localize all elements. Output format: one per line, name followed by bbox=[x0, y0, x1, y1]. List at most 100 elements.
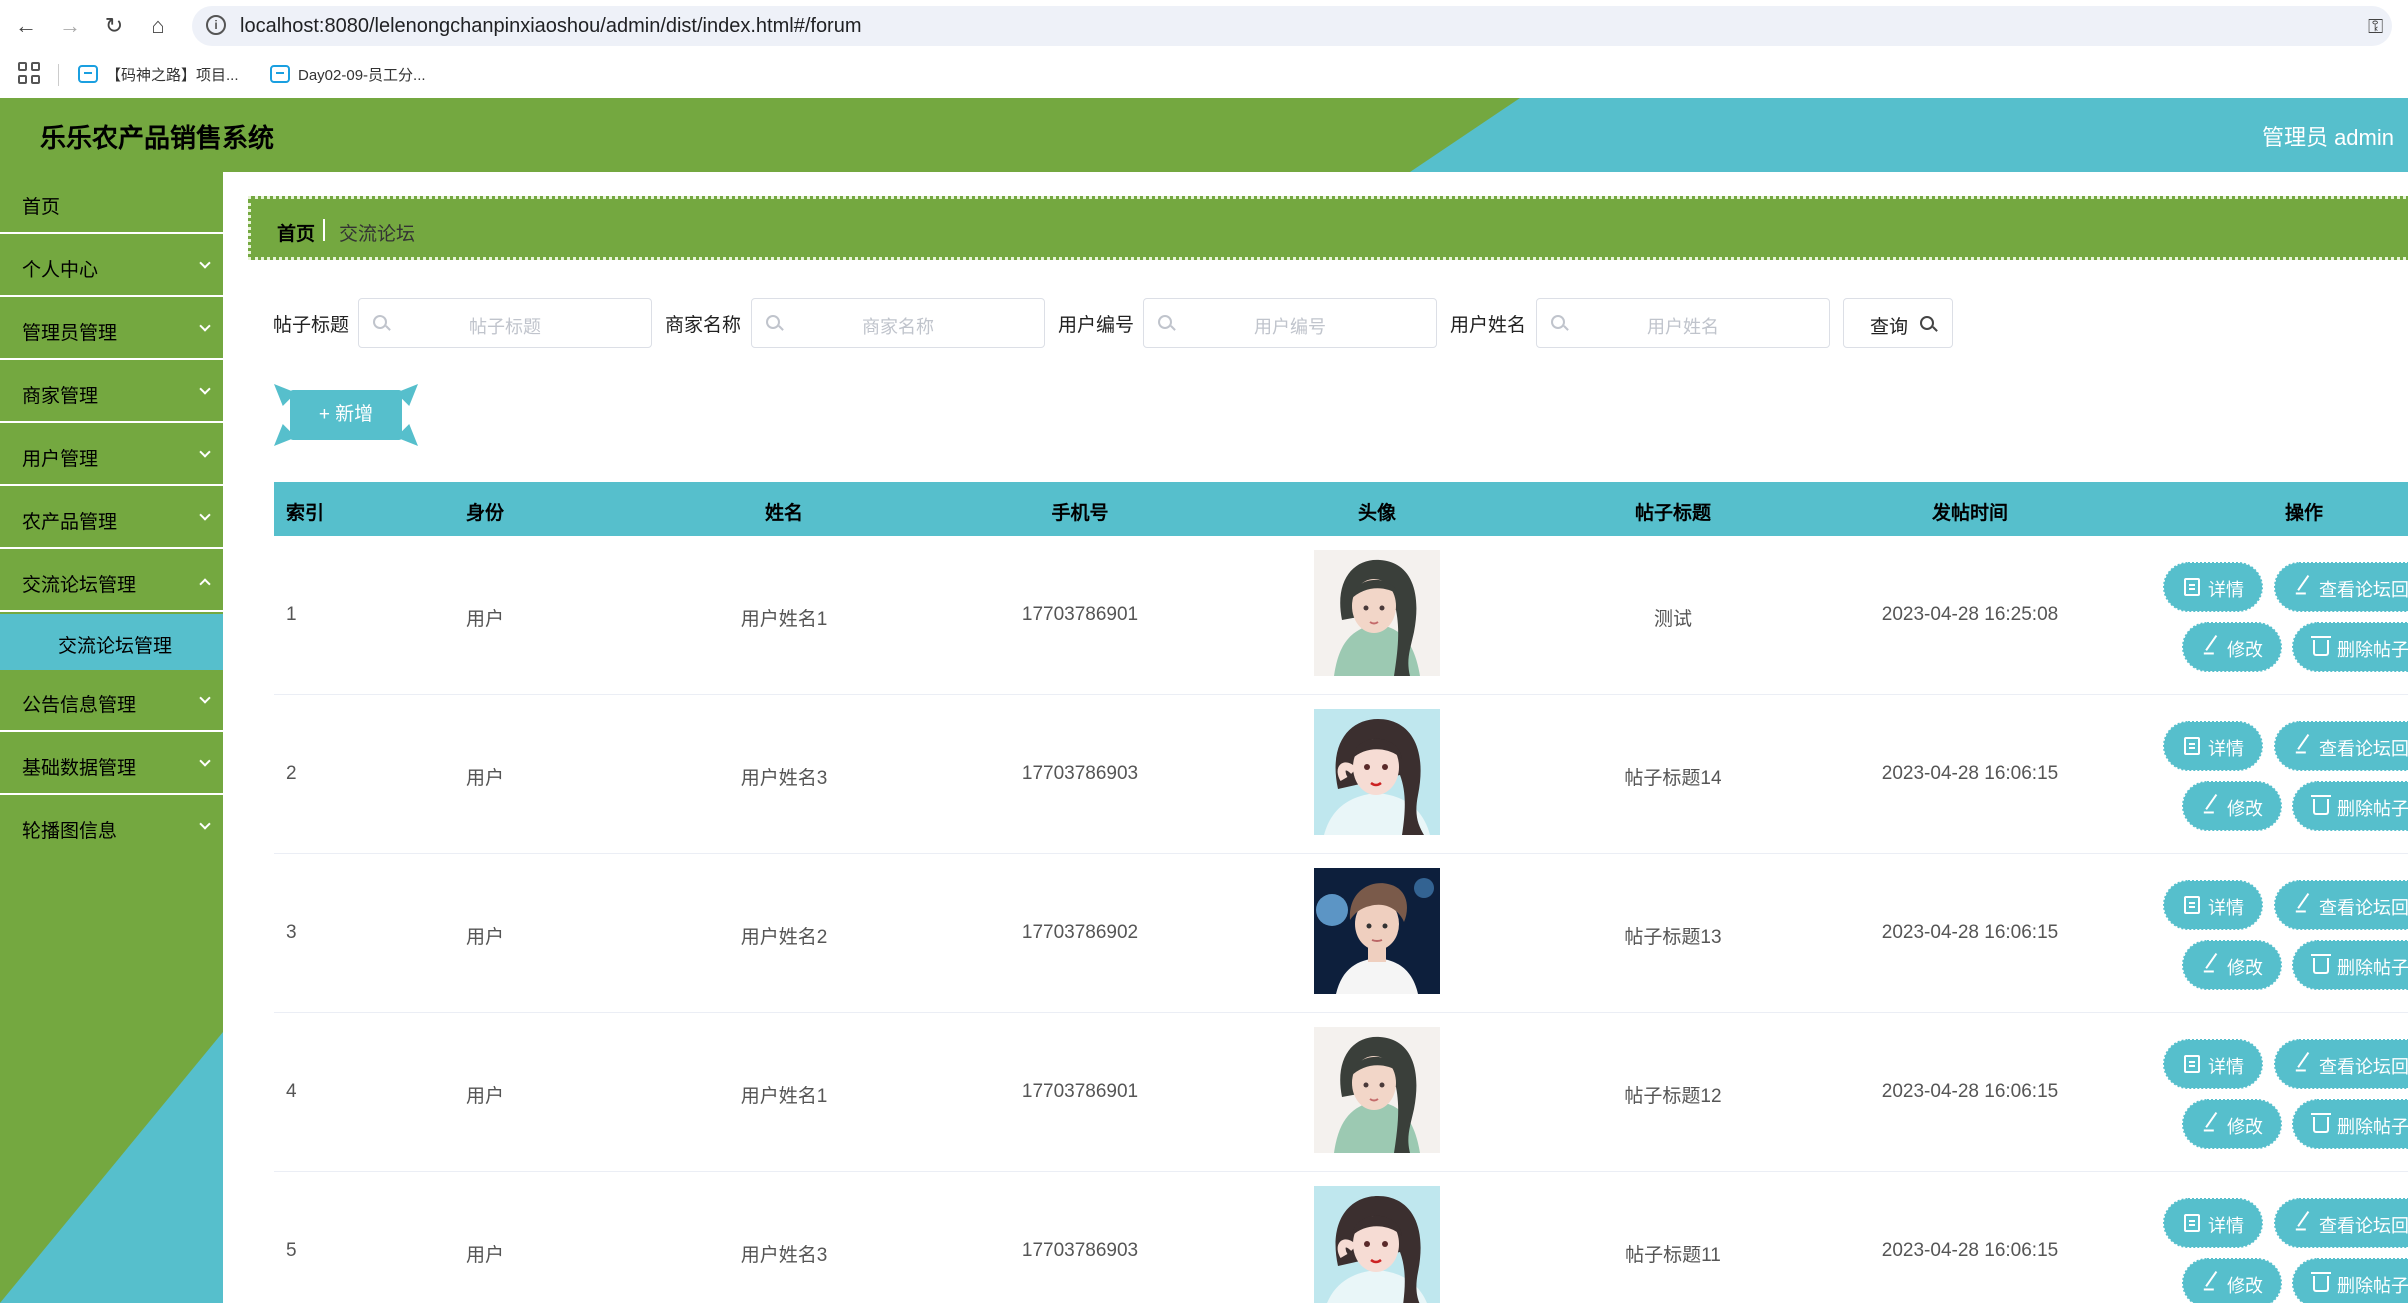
view-replies-button[interactable]: 查看论坛回复 bbox=[2274, 1039, 2408, 1089]
query-label: 查询 bbox=[1870, 317, 1909, 338]
document-icon bbox=[2184, 1055, 2200, 1073]
edit-button[interactable]: 修改 bbox=[2182, 1099, 2282, 1149]
edit-button[interactable]: 修改 bbox=[2182, 940, 2282, 990]
delete-button[interactable]: 删除帖子 bbox=[2292, 1258, 2408, 1303]
sidebar-item-label: 首页 bbox=[22, 197, 61, 218]
edit-icon bbox=[2297, 734, 2321, 758]
bookmark-item[interactable]: Day02-09-员工分... bbox=[270, 62, 426, 86]
col-index: 索引 bbox=[286, 503, 325, 524]
home-icon[interactable]: ⌂ bbox=[142, 10, 174, 42]
col-role: 身份 bbox=[465, 503, 505, 524]
user-id-input[interactable]: 用户编号 bbox=[1143, 298, 1437, 348]
bookmark-label: Day02-09-员工分... bbox=[298, 66, 426, 84]
breadcrumb-home[interactable]: 首页 bbox=[277, 219, 315, 246]
view-replies-button[interactable]: 查看论坛回复 bbox=[2274, 880, 2408, 930]
trash-icon bbox=[2311, 1272, 2331, 1292]
search-label-title: 帖子标题 bbox=[273, 315, 350, 336]
detail-button[interactable]: 详情 bbox=[2163, 562, 2263, 612]
sidebar-item-label: 用户管理 bbox=[22, 449, 99, 470]
sidebar-item-merchants[interactable]: 商家管理 bbox=[0, 361, 223, 423]
back-arrow-icon[interactable]: ← bbox=[10, 10, 42, 42]
delete-button[interactable]: 删除帖子 bbox=[2292, 622, 2408, 672]
search-label-user-name: 用户姓名 bbox=[1450, 315, 1527, 336]
sidebar-item-admins[interactable]: 管理员管理 bbox=[0, 298, 223, 360]
chevron-down-icon bbox=[199, 320, 211, 332]
table-header: 索引 身份 姓名 手机号 头像 帖子标题 发帖时间 操作 bbox=[274, 482, 2408, 536]
delete-button[interactable]: 删除帖子 bbox=[2292, 940, 2408, 990]
col-time: 发帖时间 bbox=[1931, 503, 2009, 524]
forward-arrow-icon[interactable]: → bbox=[54, 10, 86, 42]
sidebar-item-label: 管理员管理 bbox=[22, 323, 118, 344]
sidebar-item-label: 交流论坛管理 bbox=[22, 575, 137, 596]
trash-icon bbox=[2311, 636, 2331, 656]
edit-icon bbox=[2205, 794, 2229, 818]
delete-button-label: 删除帖子 bbox=[2337, 640, 2408, 660]
cell-title: 帖子标题13 bbox=[1624, 927, 1722, 948]
sidebar-item-label: 商家管理 bbox=[22, 386, 99, 407]
search-label-user-id: 用户编号 bbox=[1058, 315, 1135, 336]
edit-button[interactable]: 修改 bbox=[2182, 622, 2282, 672]
reload-icon[interactable]: ↻ bbox=[98, 10, 130, 42]
breadcrumb-current: 交流论坛 bbox=[339, 224, 416, 245]
user-name-input[interactable]: 用户姓名 bbox=[1536, 298, 1830, 348]
cell-title: 帖子标题14 bbox=[1624, 768, 1722, 789]
col-name: 姓名 bbox=[764, 503, 804, 524]
input-placeholder: 商家名称 bbox=[862, 317, 934, 337]
user-label[interactable]: 管理员 admin bbox=[2262, 120, 2394, 152]
view-replies-button-label: 查看论坛回复 bbox=[2319, 898, 2408, 918]
detail-button[interactable]: 详情 bbox=[2163, 721, 2263, 771]
view-replies-button[interactable]: 查看论坛回复 bbox=[2274, 721, 2408, 771]
sidebar-decoration bbox=[0, 1032, 223, 1303]
post-title-input[interactable]: 帖子标题 bbox=[358, 298, 652, 348]
view-replies-button-label: 查看论坛回复 bbox=[2319, 1216, 2408, 1236]
add-button[interactable]: + 新增 bbox=[274, 384, 418, 446]
sidebar-item-base-data[interactable]: 基础数据管理 bbox=[0, 733, 223, 795]
edit-icon bbox=[2297, 1211, 2321, 1235]
edit-icon bbox=[2297, 893, 2321, 917]
input-placeholder: 用户编号 bbox=[1254, 317, 1326, 337]
password-key-icon[interactable]: ⚿ bbox=[2368, 16, 2383, 39]
edit-icon bbox=[2205, 1112, 2229, 1136]
sidebar-item-profile[interactable]: 个人中心 bbox=[0, 235, 223, 297]
cell-phone: 17703786903 bbox=[1021, 763, 1139, 784]
delete-button[interactable]: 删除帖子 bbox=[2292, 1099, 2408, 1149]
merchant-name-input[interactable]: 商家名称 bbox=[751, 298, 1045, 348]
delete-button[interactable]: 删除帖子 bbox=[2292, 781, 2408, 831]
detail-button-label: 详情 bbox=[2208, 1057, 2244, 1077]
edit-button[interactable]: 修改 bbox=[2182, 781, 2282, 831]
document-icon bbox=[2184, 896, 2200, 914]
edit-button-label: 修改 bbox=[2227, 640, 2263, 660]
detail-button[interactable]: 详情 bbox=[2163, 880, 2263, 930]
delete-button-label: 删除帖子 bbox=[2337, 958, 2408, 978]
avatar bbox=[1314, 709, 1440, 835]
cell-role: 用户 bbox=[465, 927, 505, 948]
detail-button[interactable]: 详情 bbox=[2163, 1198, 2263, 1248]
site-info-icon[interactable]: i bbox=[206, 15, 226, 35]
apps-grid-icon[interactable] bbox=[18, 62, 40, 84]
address-bar[interactable]: i localhost:8080/lelenongchanpinxiaoshou… bbox=[192, 6, 2392, 46]
avatar-portrait-icon bbox=[1314, 1027, 1440, 1153]
detail-button-label: 详情 bbox=[2208, 1216, 2244, 1236]
sidebar-item-notices[interactable]: 公告信息管理 bbox=[0, 670, 223, 732]
cell-name: 用户姓名1 bbox=[740, 609, 828, 630]
col-title: 帖子标题 bbox=[1634, 503, 1712, 524]
sidebar-item-users[interactable]: 用户管理 bbox=[0, 424, 223, 486]
sidebar-subitem-forum-manage[interactable]: 交流论坛管理 bbox=[0, 614, 223, 670]
sidebar-item-carousel[interactable]: 轮播图信息 bbox=[0, 796, 223, 858]
delete-button-label: 删除帖子 bbox=[2337, 1276, 2408, 1296]
edit-button[interactable]: 修改 bbox=[2182, 1258, 2282, 1303]
sidebar-item-label: 个人中心 bbox=[22, 260, 99, 281]
view-replies-button[interactable]: 查看论坛回复 bbox=[2274, 562, 2408, 612]
sidebar-item-label: 公告信息管理 bbox=[22, 695, 137, 716]
avatar bbox=[1314, 1186, 1440, 1303]
sidebar-item-home[interactable]: 首页 bbox=[0, 172, 223, 234]
table-row: 3 用户 用户姓名2 17703786902 帖子标题13 2023-04-28 16:0… bbox=[274, 854, 2408, 1013]
sidebar-item-products[interactable]: 农产品管理 bbox=[0, 487, 223, 549]
sidebar-item-forum[interactable]: 交流论坛管理 bbox=[0, 550, 223, 612]
query-button[interactable]: 查询 bbox=[1843, 298, 1953, 348]
document-icon bbox=[2184, 737, 2200, 755]
view-replies-button[interactable]: 查看论坛回复 bbox=[2274, 1198, 2408, 1248]
chevron-down-icon bbox=[199, 257, 211, 269]
bookmark-item[interactable]: 【码神之路】项目... bbox=[78, 62, 239, 86]
detail-button[interactable]: 详情 bbox=[2163, 1039, 2263, 1089]
